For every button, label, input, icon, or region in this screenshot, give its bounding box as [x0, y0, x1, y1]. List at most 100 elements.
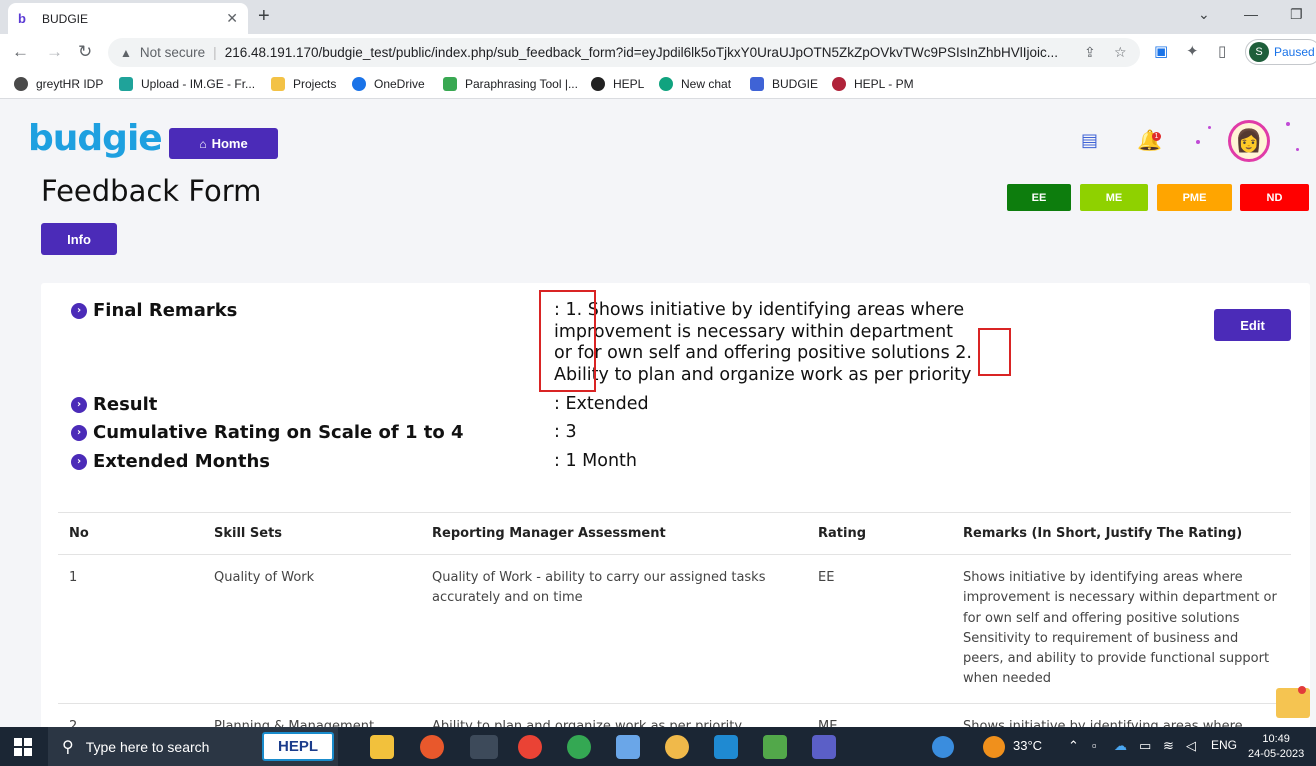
field-label: Cumulative Rating on Scale of 1 to 4 — [93, 422, 464, 443]
cell-rating: ME — [807, 703, 952, 727]
chevron-right-icon: › — [71, 453, 87, 470]
cell-skill: Planning & Management — [203, 703, 421, 727]
onedrive-tray-icon[interactable]: ☁ — [1114, 738, 1127, 754]
tray-chevron-icon[interactable]: ⌃ — [1068, 738, 1079, 754]
cell-assessment: Quality of Work - ability to carry our a… — [421, 554, 807, 704]
volume-icon[interactable]: ◁ — [1186, 738, 1196, 754]
teams-icon[interactable] — [812, 735, 836, 759]
home-label: Home — [211, 136, 248, 151]
legend-me: ME — [1080, 184, 1148, 211]
skills-table: No Skill Sets Reporting Manager Assessme… — [58, 512, 1291, 727]
tab-search-icon[interactable]: ⌄ — [1198, 6, 1210, 23]
chrome-icon[interactable] — [518, 735, 542, 759]
chevron-right-icon: › — [71, 302, 87, 319]
bookmark-item[interactable]: HEPL - PM — [832, 77, 914, 91]
battery-icon[interactable]: ▭ — [1139, 738, 1151, 754]
feedback-card: › Final Remarks : 1. Shows initiative by … — [41, 283, 1310, 727]
table-header-row: No Skill Sets Reporting Manager Assessme… — [58, 512, 1291, 555]
weather-temp[interactable]: 33°C — [1013, 738, 1042, 753]
restore-icon[interactable]: ❐ — [1290, 6, 1303, 23]
bookmark-item[interactable]: greytHR IDP — [14, 77, 103, 91]
bookmark-item[interactable]: BUDGIE — [750, 77, 818, 91]
final-remarks-value: : 1. Shows initiative by identifying are… — [554, 300, 972, 386]
side-panel-icon[interactable]: ▯ — [1218, 42, 1226, 60]
budgie-favicon-icon: b — [18, 10, 26, 26]
browser-tab-budgie[interactable]: b BUDGIE ✕ — [8, 3, 248, 34]
bookmark-item[interactable]: Paraphrasing Tool |... — [443, 77, 578, 91]
help-icon[interactable] — [932, 736, 954, 758]
bookmark-item[interactable]: Projects — [271, 77, 336, 91]
language-indicator[interactable]: ENG — [1211, 738, 1237, 752]
table-row: 2 Planning & Management Ability to plan … — [58, 703, 1291, 727]
file-explorer-icon[interactable] — [370, 735, 394, 759]
extension-icon[interactable]: ▣ — [1154, 42, 1168, 60]
extended-months-value: : 1 Month — [554, 451, 638, 471]
budgie-logo[interactable]: budgie — [28, 118, 163, 159]
browser-tabbar: b BUDGIE ✕ + ⌄ — ❐ — [0, 0, 1316, 34]
budgie-icon — [750, 77, 764, 91]
notepad-icon[interactable] — [616, 735, 640, 759]
cell-assessment: Ability to plan and organize work as per… — [421, 703, 807, 727]
logo-text: budgie — [28, 118, 163, 159]
page-content: budgie ⌂ Home ▤ 🔔 1 👩 Feedback Form Info … — [0, 100, 1316, 727]
home-icon: ⌂ — [199, 136, 207, 151]
bookmark-icon — [14, 77, 28, 91]
bookmark-star-icon[interactable]: ☆ — [1114, 44, 1127, 61]
home-button[interactable]: ⌂ Home — [169, 128, 278, 159]
bookmark-label: BUDGIE — [772, 77, 819, 91]
forward-icon[interactable]: → — [46, 42, 63, 62]
tray-device-icon[interactable]: ▫ — [1092, 738, 1097, 753]
badge-icon[interactable]: ▤ — [1081, 130, 1098, 151]
result-value: : Extended — [554, 394, 649, 414]
cell-skill: Quality of Work — [203, 554, 421, 704]
security-label: Not secure — [139, 45, 206, 60]
new-tab-icon[interactable]: + — [258, 5, 270, 28]
reload-icon[interactable]: ↻ — [78, 42, 92, 62]
share-icon[interactable]: ⇪ — [1084, 44, 1096, 61]
cloud-icon — [352, 77, 366, 91]
github-icon — [591, 77, 605, 91]
clock[interactable]: 10:49 24-05-2023 — [1248, 732, 1304, 762]
close-tab-icon[interactable]: ✕ — [226, 10, 238, 27]
clock-time: 10:49 — [1262, 733, 1290, 745]
bookmark-label: HEPL - PM — [854, 77, 914, 91]
back-icon[interactable]: ← — [12, 42, 29, 62]
chrome-alt-icon[interactable] — [567, 735, 591, 759]
warning-icon[interactable]: ▲ — [120, 46, 132, 60]
field-cumulative-rating: › Cumulative Rating on Scale of 1 to 4 — [71, 422, 464, 443]
bookmark-label: OneDrive — [374, 77, 425, 91]
hepl-taskbar-app[interactable]: HEPL — [262, 732, 334, 761]
weather-icon[interactable] — [983, 736, 1005, 758]
chrome-profile-icon[interactable] — [470, 735, 498, 759]
minimize-icon[interactable]: — — [1244, 6, 1258, 22]
browser-toolbar: ← → ↻ ▲ Not secure | 216.48.191.170/budg… — [0, 34, 1316, 71]
bookmark-item[interactable]: New chat — [659, 77, 731, 91]
cell-no: 1 — [58, 554, 203, 704]
field-extended-months: › Extended Months — [71, 451, 270, 472]
remarks-line: improvement is necessary within departme… — [554, 321, 954, 342]
puzzle-icon[interactable]: ✦ — [1186, 42, 1199, 60]
edit-button[interactable]: Edit — [1214, 309, 1291, 341]
folder-icon — [271, 77, 285, 91]
windows-start-icon[interactable] — [14, 738, 32, 756]
sticky-note-icon[interactable] — [1276, 686, 1310, 718]
col-header-rating: Rating — [807, 512, 952, 555]
profile-avatar: S — [1249, 42, 1269, 62]
bookmarks-bar: greytHR IDP Upload - IM.GE - Fr... Proje… — [0, 71, 1316, 99]
bookmark-item[interactable]: Upload - IM.GE - Fr... — [119, 77, 255, 91]
legend-ee: EE — [1007, 184, 1071, 211]
highlight-box — [978, 328, 1011, 376]
bookmark-item[interactable]: HEPL — [591, 77, 644, 91]
url-text[interactable]: 216.48.191.170/budgie_test/public/index.… — [225, 45, 1070, 60]
chart-app-icon[interactable] — [763, 735, 787, 759]
vscode-icon[interactable] — [714, 735, 738, 759]
profile-button[interactable]: S Paused — [1245, 39, 1316, 65]
address-bar[interactable]: ▲ Not secure | 216.48.191.170/budgie_tes… — [108, 38, 1140, 67]
field-label: Result — [93, 394, 158, 415]
bookmark-item[interactable]: OneDrive — [352, 77, 425, 91]
firefox-icon[interactable] — [420, 735, 444, 759]
info-button[interactable]: Info — [41, 223, 117, 255]
paint-icon[interactable] — [665, 735, 689, 759]
windows-taskbar: ⚲ Type here to search HEPL 33°C ⌃ ▫ ☁ ▭ … — [0, 727, 1316, 766]
wifi-icon[interactable]: ≋ — [1163, 738, 1174, 754]
